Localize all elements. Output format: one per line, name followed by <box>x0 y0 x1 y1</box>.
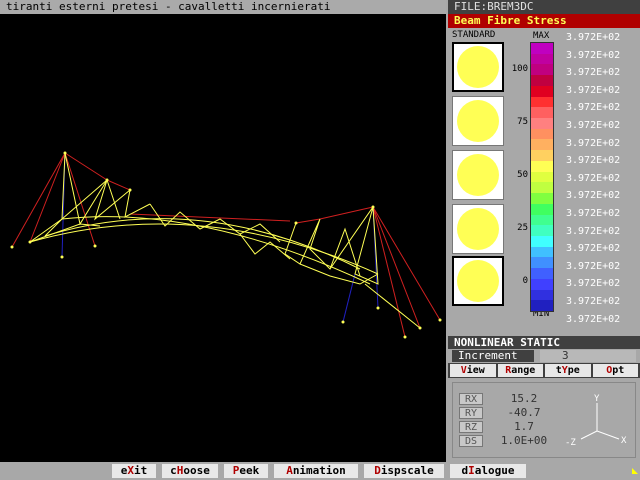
ry-value[interactable]: -40.7 <box>489 407 559 419</box>
scale-band <box>531 64 553 76</box>
increment-value[interactable]: 3 <box>540 350 636 362</box>
rz-label: RZ <box>459 421 483 433</box>
scale-value: 3.972E+02 <box>566 49 621 61</box>
view-thumbnail[interactable] <box>452 256 504 306</box>
scale-band <box>531 182 553 194</box>
analysis-type: NONLINEAR STATIC <box>448 336 640 349</box>
percent-tick: 0 <box>522 276 528 286</box>
sphere-icon <box>457 154 499 196</box>
file-label: FILE:BREM3DC <box>448 0 640 14</box>
scale-band <box>531 257 553 269</box>
scale-value: 3.972E+02 <box>566 120 621 131</box>
scale-max-label: MAX <box>533 31 550 41</box>
rz-value[interactable]: 1.7 <box>489 421 559 433</box>
sphere-icon <box>457 208 499 250</box>
scale-band <box>531 107 553 119</box>
scale-value: 3.972E+02 <box>566 278 621 290</box>
ds-value[interactable]: 1.0E+00 <box>489 435 559 447</box>
standard-label: STANDARD <box>452 30 496 40</box>
scale-band <box>531 268 553 279</box>
scale-band <box>531 75 553 86</box>
view-thumbnail[interactable] <box>452 204 504 254</box>
scale-band <box>531 300 553 311</box>
menu-choose[interactable]: cHoose <box>162 464 218 478</box>
scale-value: 3.972E+02 <box>566 155 621 167</box>
scale-band <box>531 193 553 204</box>
menu-view[interactable]: View <box>450 364 496 377</box>
sphere-icon <box>457 46 499 88</box>
scale-band <box>531 53 553 65</box>
increment-label: Increment <box>452 350 534 362</box>
percent-tick: 50 <box>517 170 528 180</box>
axis-y-label: Y <box>594 394 600 404</box>
sphere-icon <box>457 100 499 142</box>
panel-menu: View Range tYpe Opt <box>448 363 640 378</box>
scale-value: 3.972E+02 <box>566 243 621 255</box>
scale-band <box>531 43 553 54</box>
view-rotation-box: RX 15.2 RY -40.7 RZ 1.7 DS 1.0E+00 Y X -… <box>452 382 636 458</box>
scale-value: 3.972E+02 <box>566 296 621 307</box>
scale-band <box>531 160 553 172</box>
ds-label: DS <box>459 435 483 447</box>
menu-peek[interactable]: Peek <box>224 464 268 478</box>
bottom-menu-bar: eXit cHoose Peek Animation Dispscale dIa… <box>0 462 640 480</box>
scale-band <box>531 203 553 215</box>
menu-animation[interactable]: Animation <box>274 464 358 478</box>
percent-tick: 25 <box>517 223 528 233</box>
menu-dispscale[interactable]: Dispscale <box>364 464 444 478</box>
menu-opt[interactable]: Opt <box>592 364 638 377</box>
rx-label: RX <box>459 393 483 405</box>
scale-band <box>531 235 553 247</box>
scale-band <box>531 128 553 140</box>
menu-dialogue[interactable]: dIalogue <box>450 464 526 478</box>
scale-value: 3.972E+02 <box>566 84 621 96</box>
scale-band <box>531 171 553 183</box>
scale-band <box>531 85 553 97</box>
menu-range[interactable]: Range <box>497 364 543 377</box>
scale-value: 3.972E+02 <box>566 208 621 219</box>
cursor-icon <box>632 468 638 474</box>
axis-x-label: X <box>621 436 627 446</box>
result-title: Beam Fibre Stress <box>448 14 640 28</box>
view-thumbnail[interactable] <box>452 42 504 92</box>
scale-value: 3.972E+02 <box>566 137 621 149</box>
model-viewport[interactable] <box>0 14 446 462</box>
scale-band <box>531 278 553 290</box>
menu-type[interactable]: tYpe <box>545 364 591 377</box>
rx-value[interactable]: 15.2 <box>489 393 559 405</box>
scale-value: 3.972E+02 <box>566 32 621 43</box>
ry-label: RY <box>459 407 483 419</box>
scale-value: 3.972E+02 <box>566 102 621 114</box>
increment-row: Increment 3 <box>448 349 640 363</box>
axis-triad-icon: Y X -Z <box>565 394 627 448</box>
scale-value: 3.972E+02 <box>566 172 621 184</box>
scale-band <box>531 246 553 258</box>
scale-band <box>531 96 553 108</box>
scale-value: 3.972E+02 <box>566 190 621 202</box>
percent-tick: 100 <box>511 64 528 74</box>
scale-band <box>531 118 553 129</box>
view-thumbnail[interactable] <box>452 150 504 200</box>
menu-exit[interactable]: eXit <box>112 464 156 478</box>
scale-value: 3.972E+02 <box>566 225 621 237</box>
bridge-model <box>10 151 442 339</box>
view-thumbnail[interactable] <box>452 96 504 146</box>
scale-band <box>531 225 553 236</box>
scale-value: 3.972E+02 <box>566 260 621 272</box>
color-scale <box>530 42 554 312</box>
axis-z-label: -Z <box>565 438 576 448</box>
scale-band <box>531 289 553 301</box>
sphere-icon <box>457 260 499 302</box>
scale-value: 3.972E+02 <box>566 67 621 79</box>
scale-band <box>531 150 553 161</box>
scale-value: 3.972E+02 <box>566 313 621 325</box>
scale-band <box>531 139 553 151</box>
scale-band <box>531 214 553 226</box>
window-title: tiranti esterni pretesi - cavalletti inc… <box>0 0 446 14</box>
percent-tick: 75 <box>517 117 528 127</box>
